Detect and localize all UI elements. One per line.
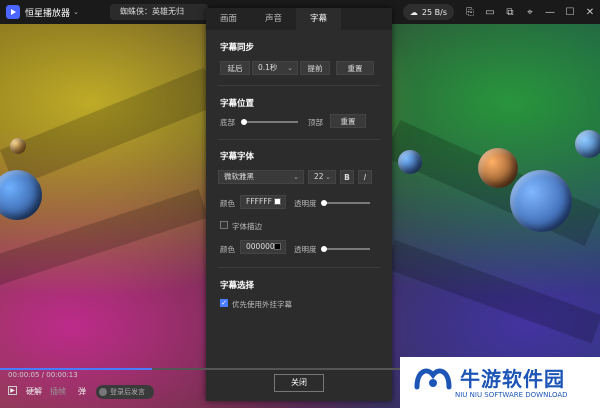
cloud-download-icon: ☁ [409, 7, 418, 17]
settings-tabs: 画面 声音 字幕 [206, 8, 392, 30]
play-icon[interactable]: ▶ [8, 386, 17, 395]
chevron-down-icon: ⌄ [293, 173, 299, 181]
chevron-down-icon: ⌄ [287, 64, 293, 72]
font-section-title: 字幕字体 [220, 152, 255, 162]
font-color-swatch [274, 198, 281, 205]
subtitle-settings-dialog: 画面 声音 字幕 字幕同步 延后 0.1秒 ⌄ 提前 重置 字幕位置 底部 顶部… [206, 8, 392, 401]
position-slider-knob[interactable] [241, 119, 247, 125]
position-slider[interactable] [241, 119, 298, 125]
progress-fill [0, 368, 152, 370]
font-color-picker[interactable]: FFFFFF [240, 195, 286, 209]
watermark: 牛游软件园 NIU NIU SOFTWARE DOWNLOAD [400, 357, 600, 408]
outline-color-value: 000000 [246, 242, 275, 251]
danmaku-input[interactable]: 登录后发言 [96, 385, 154, 399]
marble [575, 130, 600, 158]
watermark-logo-icon [414, 368, 452, 390]
share-icon[interactable]: ⎘ [460, 0, 480, 24]
media-title: 蜘蛛侠：英雄无归 [110, 4, 208, 20]
close-icon[interactable]: ✕ [580, 0, 600, 24]
hardware-decode-button[interactable]: 硬解 [26, 386, 42, 397]
danmaku-toggle[interactable]: 弹 [78, 386, 86, 397]
font-family-value: 微软雅黑 [224, 172, 254, 181]
font-color-label: 颜色 [220, 199, 235, 208]
outline-checkbox[interactable] [220, 221, 228, 229]
tab-picture[interactable]: 画面 [206, 8, 251, 30]
download-speed[interactable]: ☁ 25 B/s [402, 4, 454, 20]
tab-audio[interactable]: 声音 [251, 8, 296, 30]
prefer-external-checkbox[interactable]: ✓ [220, 299, 228, 307]
time-display: 00:00:05 / 00:00:13 [8, 371, 78, 379]
outline-opacity-label: 透明度 [294, 245, 317, 254]
selection-section-title: 字幕选择 [220, 281, 255, 291]
outline-color-swatch [274, 243, 281, 250]
delay-button[interactable]: 延后 [220, 61, 250, 75]
font-family-select[interactable]: 微软雅黑 ⌄ [218, 170, 304, 184]
outline-color-label: 颜色 [220, 245, 235, 254]
app-name[interactable]: 恒星播放器 [25, 6, 70, 19]
bold-button[interactable]: B [340, 170, 354, 184]
danmaku-placeholder: 登录后发言 [110, 388, 145, 396]
outline-opacity-slider[interactable] [321, 246, 370, 252]
font-size-select[interactable]: 22 ⌄ [308, 170, 336, 184]
maximize-icon[interactable]: ☐ [560, 0, 580, 24]
control-bar: ▶ 硬解 插帧 弹 登录后发言 [0, 383, 400, 403]
bottom-label: 底部 [220, 118, 235, 127]
logo-icon [6, 5, 20, 19]
font-opacity-knob[interactable] [321, 200, 327, 206]
sync-reset-button[interactable]: 重置 [336, 61, 374, 75]
plank-left [0, 67, 219, 188]
danmaku-icon [99, 388, 107, 396]
marble [0, 170, 42, 220]
divider [218, 139, 380, 140]
font-color-value: FFFFFF [246, 197, 272, 206]
advance-button[interactable]: 提前 [300, 61, 330, 75]
sync-step-value: 0.1秒 [258, 63, 278, 72]
divider [218, 267, 380, 268]
font-opacity-label: 透明度 [294, 199, 317, 208]
marble [478, 148, 518, 188]
chevron-down-icon[interactable]: ⌄ [73, 8, 79, 16]
italic-button[interactable]: I [358, 170, 372, 184]
subtitle-icon[interactable]: ▭ [480, 0, 500, 24]
screen-icon[interactable]: ⧉ [500, 0, 520, 24]
sync-section-title: 字幕同步 [220, 43, 255, 53]
marble [10, 138, 26, 154]
position-section-title: 字幕位置 [220, 99, 255, 109]
position-reset-button[interactable]: 重置 [330, 114, 366, 128]
watermark-title: 牛游软件园 [460, 367, 565, 391]
font-opacity-slider[interactable] [321, 200, 370, 206]
tab-subtitle[interactable]: 字幕 [296, 8, 341, 30]
frame-interp-button[interactable]: 插帧 [50, 386, 66, 397]
chevron-down-icon: ⌄ [325, 173, 331, 181]
minimize-icon[interactable]: — [540, 0, 560, 24]
top-label: 顶部 [308, 118, 323, 127]
plank-right-lower [384, 240, 600, 344]
pin-icon[interactable]: ⌖ [520, 0, 540, 24]
outline-color-picker[interactable]: 000000 [240, 240, 286, 254]
outline-opacity-knob[interactable] [321, 246, 327, 252]
outline-label: 字体描边 [232, 222, 262, 231]
sync-step-select[interactable]: 0.1秒 ⌄ [252, 61, 298, 75]
font-size-value: 22 [314, 172, 324, 181]
marble [510, 170, 572, 232]
progress-bar[interactable] [0, 368, 400, 370]
marble [398, 150, 422, 174]
prefer-external-label: 优先使用外挂字幕 [232, 300, 292, 309]
speed-value: 25 B/s [421, 7, 447, 17]
watermark-subtitle: NIU NIU SOFTWARE DOWNLOAD [455, 391, 568, 399]
divider [218, 85, 380, 86]
